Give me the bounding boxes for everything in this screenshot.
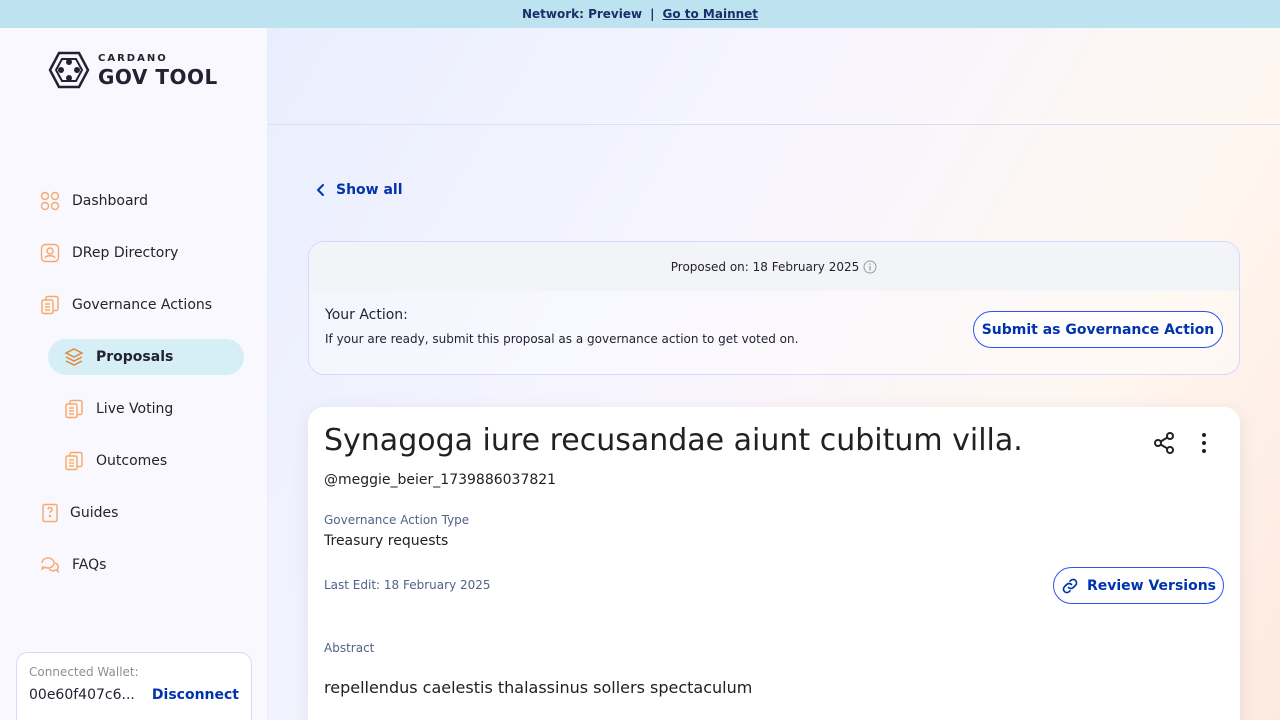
governance-action-type-label: Governance Action Type xyxy=(324,513,470,527)
outcomes-icon xyxy=(65,451,83,471)
review-versions-label: Review Versions xyxy=(1086,577,1217,594)
wallet-address: 00e60f407c6... xyxy=(29,687,135,703)
share-icon[interactable] xyxy=(1152,431,1176,455)
sidebar-item-label: DRep Directory xyxy=(72,245,179,261)
network-banner: Network: Preview | Go to Mainnet xyxy=(0,0,1280,28)
your-action-title: Your Action: xyxy=(325,307,408,323)
wallet-label: Connected Wallet: xyxy=(29,665,139,679)
top-header xyxy=(268,28,1280,125)
gov-tool-logo[interactable]: CARDANO GOV TOOL xyxy=(48,50,218,90)
your-action-description: If your are ready, submit this proposal … xyxy=(325,332,799,346)
network-label: Network: Preview xyxy=(521,7,643,21)
governance-action-type-value: Treasury requests xyxy=(324,533,449,549)
abstract-label: Abstract xyxy=(324,641,375,655)
proposal-author: @meggie_beier_1739886037821 xyxy=(324,472,557,488)
sidebar: CARDANO GOV TOOL Dashboard DRep Director… xyxy=(0,28,268,720)
sidebar-item-label: Guides xyxy=(70,505,119,521)
faqs-icon xyxy=(40,557,60,574)
governance-actions-icon xyxy=(41,295,59,315)
cardano-logo-icon xyxy=(48,51,90,89)
show-all-label: Show all xyxy=(336,182,403,198)
sidebar-item-label: Outcomes xyxy=(96,453,168,469)
sidebar-item-governance-actions[interactable]: Governance Actions xyxy=(40,295,212,315)
drep-directory-icon xyxy=(40,243,60,263)
go-to-mainnet-link[interactable]: Go to Mainnet xyxy=(662,7,758,21)
connected-wallet-panel: Connected Wallet: 00e60f407c6... Disconn… xyxy=(16,652,252,720)
proposal-title: Synagoga iure recusandae aiunt cubitum v… xyxy=(324,423,1023,458)
sidebar-item-live-voting[interactable]: Live Voting xyxy=(64,399,173,419)
sidebar-item-outcomes[interactable]: Outcomes xyxy=(64,451,167,471)
sidebar-item-label: Dashboard xyxy=(72,193,148,209)
link-icon xyxy=(1062,578,1078,593)
sidebar-item-faqs[interactable]: FAQs xyxy=(40,555,106,575)
sidebar-item-label: Governance Actions xyxy=(72,297,213,313)
submit-as-governance-action-button[interactable]: Submit as Governance Action xyxy=(973,311,1223,348)
show-all-back-link[interactable]: Show all xyxy=(316,182,403,198)
sidebar-item-drep-directory[interactable]: DRep Directory xyxy=(40,243,178,263)
proposed-on-header: Proposed on: 18 February 2025 xyxy=(309,242,1239,291)
disconnect-button[interactable]: Disconnect xyxy=(152,687,239,703)
logo-text: CARDANO GOV TOOL xyxy=(98,52,218,89)
live-voting-icon xyxy=(65,399,83,419)
sidebar-item-guides[interactable]: Guides xyxy=(40,503,118,523)
sidebar-item-dashboard[interactable]: Dashboard xyxy=(40,191,148,211)
proposal-card: Synagoga iure recusandae aiunt cubitum v… xyxy=(308,407,1240,720)
guides-icon xyxy=(42,503,58,523)
banner-separator: | xyxy=(650,7,655,21)
dashboard-icon xyxy=(40,191,60,211)
more-options-icon[interactable] xyxy=(1192,431,1216,455)
proposals-icon xyxy=(64,348,84,366)
sidebar-item-label: Live Voting xyxy=(96,401,174,417)
last-edit-date: Last Edit: 18 February 2025 xyxy=(324,578,491,592)
main-content: Show all Proposed on: 18 February 2025 Y… xyxy=(268,28,1280,720)
logo-big-text: GOV TOOL xyxy=(98,64,218,89)
your-action-card: Proposed on: 18 February 2025 Your Actio… xyxy=(308,241,1240,375)
logo-small-text: CARDANO xyxy=(98,52,168,64)
proposed-on-text: Proposed on: 18 February 2025 xyxy=(670,259,860,274)
info-icon[interactable] xyxy=(863,260,877,274)
sidebar-item-proposals[interactable]: Proposals xyxy=(48,339,244,375)
abstract-text: repellendus caelestis thalassinus soller… xyxy=(324,678,753,697)
review-versions-button[interactable]: Review Versions xyxy=(1053,567,1224,604)
chevron-left-icon xyxy=(317,184,324,196)
sidebar-item-label: Proposals xyxy=(96,349,174,365)
sidebar-item-label: FAQs xyxy=(72,557,107,573)
